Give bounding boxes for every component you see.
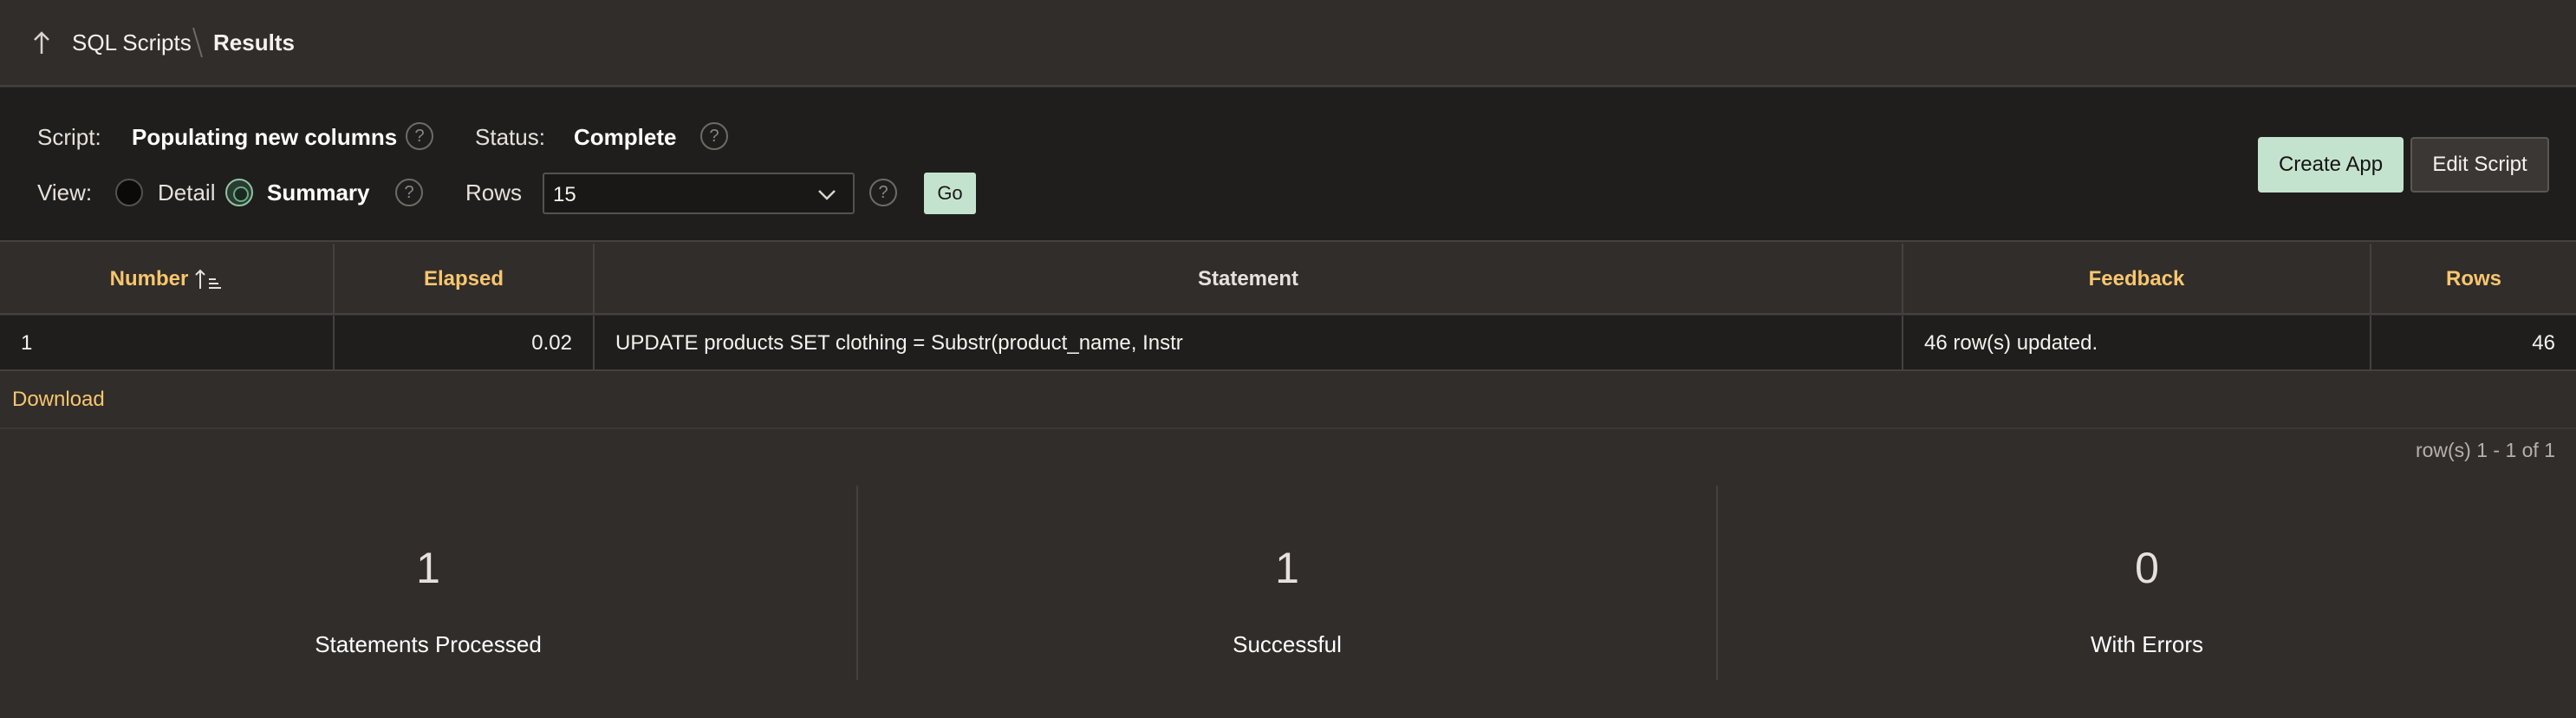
status-label: Status:: [475, 124, 545, 150]
summary-statements-processed: 1 Statements Processed: [0, 486, 856, 680]
table-row: 1 0.02 UPDATE products SET clothing = Su…: [0, 316, 2576, 371]
breadcrumb-separator-icon: [192, 27, 203, 58]
edit-script-button[interactable]: Edit Script: [2410, 137, 2549, 193]
view-label: View:: [37, 180, 93, 206]
summary-label: Statements Processed: [315, 631, 542, 657]
column-header-statement[interactable]: Statement: [595, 244, 1903, 315]
arrow-up-icon[interactable]: [31, 29, 52, 57]
results-table-header: Number Elapsed Statement Feedback Rows: [0, 244, 2576, 315]
view-summary-label[interactable]: Summary: [267, 180, 370, 206]
rows-select-value: 15: [553, 183, 576, 206]
cell-statement: UPDATE products SET clothing = Substr(pr…: [595, 316, 1903, 371]
cell-feedback: 46 row(s) updated.: [1903, 316, 2371, 371]
pagination-text: row(s) 1 - 1 of 1: [2415, 439, 2555, 461]
column-header-rows[interactable]: Rows: [2371, 244, 2576, 315]
cell-elapsed: 0.02: [335, 316, 595, 371]
column-header-elapsed[interactable]: Elapsed: [335, 244, 595, 315]
view-summary-radio[interactable]: [225, 179, 253, 206]
summary-value: 1: [416, 544, 440, 592]
script-name: Populating new columns: [132, 124, 398, 150]
view-help-icon[interactable]: ?: [395, 179, 423, 206]
go-button[interactable]: Go: [924, 173, 976, 214]
script-help-icon[interactable]: ?: [406, 122, 433, 150]
create-app-button[interactable]: Create App: [2258, 137, 2404, 193]
view-detail-radio[interactable]: [115, 179, 143, 206]
rows-label: Rows: [465, 180, 523, 206]
summary-with-errors: 0 With Errors: [1718, 486, 2576, 680]
download-link[interactable]: Download: [12, 388, 105, 412]
column-header-number[interactable]: Number: [0, 244, 335, 315]
status-value: Complete: [574, 124, 677, 150]
summary-successful: 1 Successful: [858, 486, 1716, 680]
rows-help-icon[interactable]: ?: [869, 179, 897, 206]
column-header-feedback[interactable]: Feedback: [1903, 244, 2371, 315]
chevron-down-icon: [818, 190, 836, 200]
breadcrumb-sql-scripts[interactable]: SQL Scripts: [72, 29, 192, 56]
script-info-panel: Script: Populating new columns ? Status:…: [0, 88, 2576, 242]
cell-number: 1: [0, 316, 335, 371]
column-header-number-label: Number: [109, 267, 189, 290]
download-bar: Download: [0, 372, 2576, 429]
summary-label: Successful: [1233, 631, 1342, 657]
view-detail-label[interactable]: Detail: [158, 180, 215, 206]
script-label: Script:: [37, 124, 101, 150]
cell-rows: 46: [2532, 331, 2555, 355]
summary-value: 1: [1275, 544, 1299, 592]
breadcrumb-bar: SQL Scripts Results: [0, 0, 2576, 87]
rows-select[interactable]: 15: [543, 173, 855, 214]
summary-value: 0: [2135, 544, 2159, 592]
status-help-icon[interactable]: ?: [700, 122, 728, 150]
summary-label: With Errors: [2091, 631, 2203, 657]
sort-ascending-icon: [195, 269, 222, 289]
breadcrumb-results: Results: [213, 29, 295, 55]
